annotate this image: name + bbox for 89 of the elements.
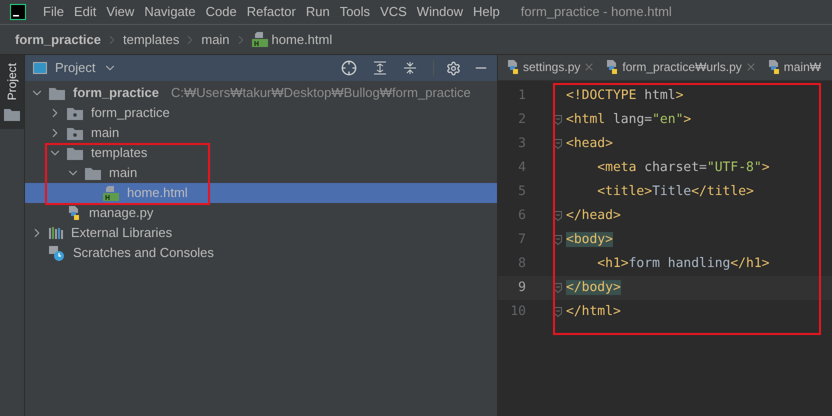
tree-item-label: External Libraries (71, 224, 172, 242)
tree-item-path: C:₩Users₩takur₩Desktop₩Bullog₩form_practice (170, 84, 471, 102)
close-icon[interactable] (583, 61, 596, 73)
tab-label: main₩ (784, 59, 822, 76)
code-line: </html> (566, 303, 621, 322)
breadcrumb-item[interactable]: main (201, 30, 230, 50)
html-file-icon (103, 186, 119, 200)
tree-item-label: Scratches and Consoles (73, 244, 214, 262)
folder-icon (49, 86, 65, 100)
libraries-icon (49, 227, 63, 239)
panel-icon (33, 62, 47, 74)
settings-icon[interactable] (446, 60, 461, 76)
line-number: 7 (517, 231, 527, 250)
python-file-icon (605, 60, 620, 74)
scratches-icon (49, 246, 65, 260)
expand-all-icon[interactable] (373, 61, 387, 75)
python-file-icon (67, 206, 81, 220)
package-folder-icon (67, 106, 83, 120)
tree-item-label: manage.py (89, 204, 154, 222)
html-file-icon (252, 32, 268, 47)
code-line: </head> (566, 207, 621, 226)
tree-item[interactable]: form_practice C:₩Users₩takur₩Desktop₩Bullog₩form_practice (25, 83, 497, 103)
menu-item[interactable]: VCS (375, 2, 412, 22)
python-file-icon (506, 60, 520, 74)
tree-item[interactable]: form_practice (25, 103, 497, 123)
line-number: 6 (517, 207, 527, 226)
fold-marker-icon[interactable] (554, 115, 562, 125)
tree-item[interactable]: manage.py (25, 203, 497, 223)
tool-tab-label: Project (4, 63, 20, 100)
project-tool-tab[interactable]: Project (0, 55, 24, 130)
window-title: form_practice - home.html (520, 3, 672, 22)
menu-item[interactable]: Navigate (139, 2, 201, 22)
menu-item[interactable]: Edit (68, 2, 102, 22)
code-line: <h1>form handling</h1> (596, 255, 770, 274)
tree-item-label: form_practice (91, 104, 170, 122)
fold-marker-icon[interactable] (554, 283, 562, 293)
menu-item[interactable]: Window (412, 2, 468, 22)
panel-title[interactable]: Project (55, 58, 96, 78)
menu-item[interactable]: Help (468, 2, 505, 22)
locate-icon[interactable] (341, 60, 357, 76)
tree-item-label: main (91, 124, 120, 142)
editor-tab[interactable]: settings.py (500, 55, 600, 80)
tree-item-label: main (109, 164, 138, 182)
breadcrumb-item[interactable]: templates (122, 30, 180, 50)
folder-icon (4, 108, 20, 122)
menu-item[interactable]: Code (200, 2, 242, 22)
app-logo-icon (10, 4, 26, 20)
editor-tab[interactable]: main₩ (760, 55, 826, 80)
code-line: <html lang="en"> (566, 111, 692, 130)
fold-marker-icon[interactable] (554, 211, 562, 221)
tab-label: form_practice₩urls.py (622, 59, 742, 76)
package-folder-icon (67, 126, 83, 140)
breadcrumb-item[interactable]: form_practice (15, 30, 101, 50)
menu-item[interactable]: Refactor (242, 2, 301, 22)
line-number: 5 (517, 183, 527, 202)
tree-item[interactable]: External Libraries (25, 223, 497, 243)
menu-item[interactable]: File (38, 2, 69, 22)
tree-item[interactable]: templates (25, 143, 497, 163)
line-number: 10 (509, 303, 527, 322)
close-icon[interactable] (744, 61, 757, 73)
python-file-icon (766, 60, 781, 74)
tree-item-label: home.html (127, 184, 188, 202)
tree-item[interactable]: Scratches and Consoles (25, 243, 497, 263)
line-number: 8 (517, 255, 527, 274)
code-line: <head> (566, 135, 613, 154)
tree-item[interactable]: main (25, 163, 497, 183)
code-line: <title>Title</title> (596, 183, 754, 202)
line-number: 4 (517, 159, 527, 178)
fold-marker-icon[interactable] (554, 235, 562, 245)
fold-marker-icon[interactable] (554, 307, 562, 317)
line-number: 9 (517, 279, 527, 298)
tree-item-label: templates (91, 144, 148, 162)
fold-marker-icon[interactable] (554, 139, 562, 149)
line-number: 1 (517, 87, 527, 106)
menu-item[interactable]: Run (300, 2, 335, 22)
code-line: <!DOCTYPE html> (566, 87, 684, 106)
tree-item-label: form_practice (73, 84, 159, 102)
folder-icon (67, 146, 83, 160)
editor-tab[interactable]: form_practice₩urls.py (599, 55, 761, 80)
line-number: 3 (517, 135, 527, 154)
menu-item[interactable]: View (101, 2, 140, 22)
tab-label: settings.py (523, 59, 580, 76)
code-line: <meta charset="UTF-8"> (596, 159, 770, 178)
line-number: 2 (517, 111, 527, 130)
menu-item[interactable]: Tools (334, 2, 376, 22)
folder-icon (85, 166, 101, 180)
tree-item[interactable]: main (25, 123, 497, 143)
breadcrumb-item[interactable]: home.html (272, 30, 332, 50)
collapse-all-icon[interactable] (403, 61, 417, 75)
